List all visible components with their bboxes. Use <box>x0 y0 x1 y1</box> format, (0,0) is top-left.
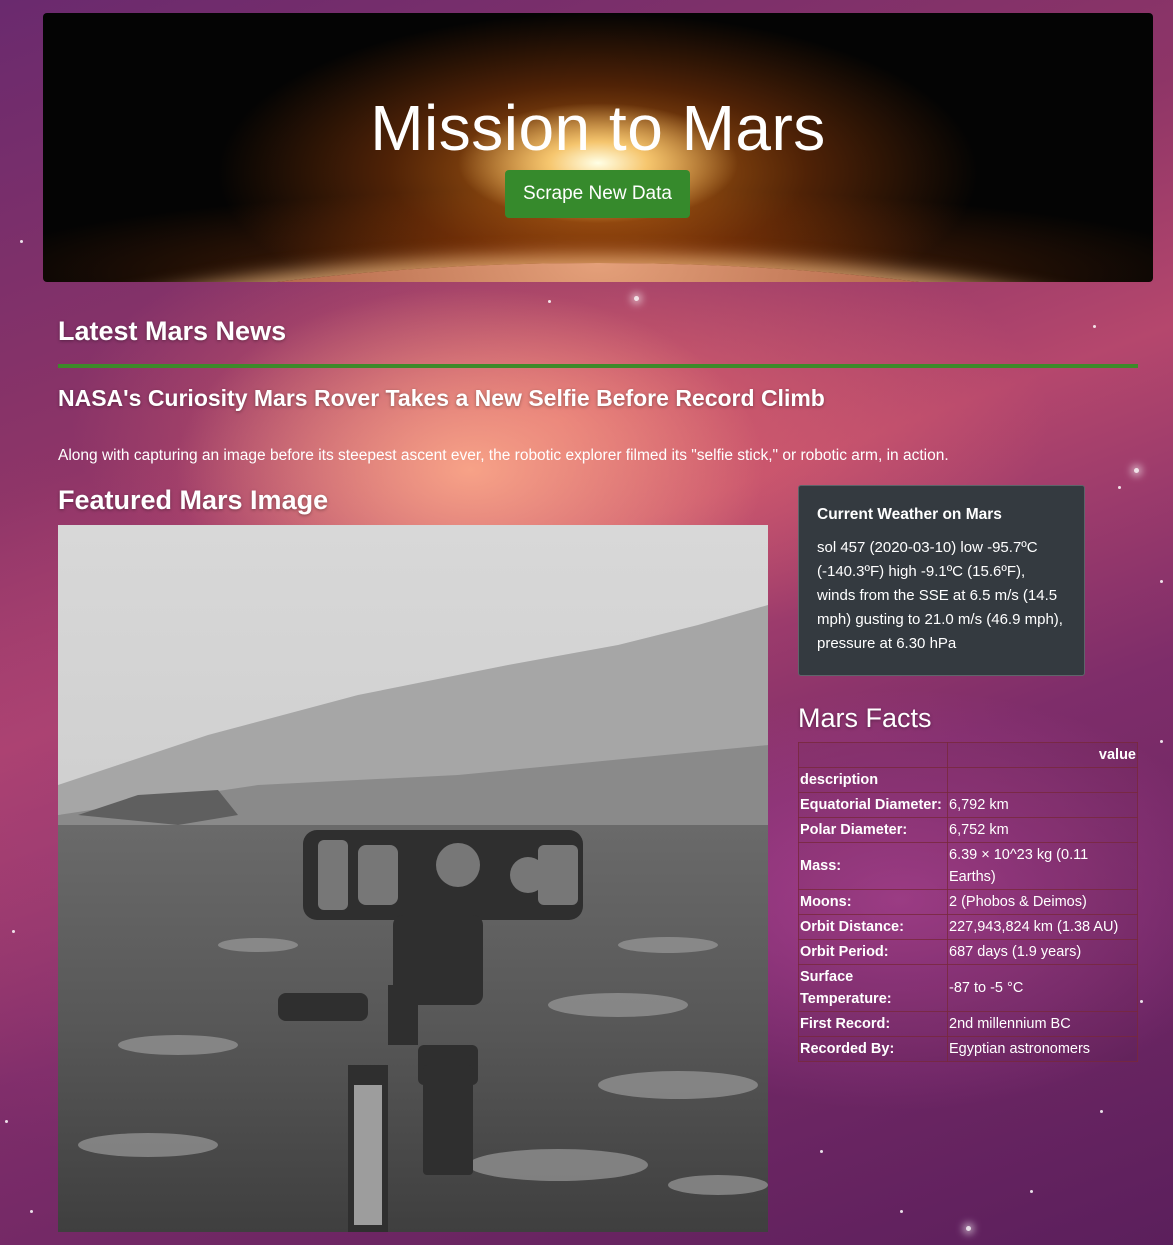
fact-value: 6,792 km <box>947 792 1138 818</box>
fact-value: 6,752 km <box>947 817 1138 843</box>
fact-label: Equatorial Diameter: <box>798 792 948 818</box>
mars-horizon-graphic <box>43 263 1153 282</box>
news-divider <box>58 364 1138 368</box>
table-corner-cell <box>798 742 948 768</box>
table-row: Moons: 2 (Phobos & Deimos) <box>798 889 1138 915</box>
fact-label: Polar Diameter: <box>798 817 948 843</box>
mars-facts-heading: Mars Facts <box>798 703 932 733</box>
weather-report: sol 457 (2020-03-10) low -95.7ºC (-140.3… <box>817 539 1063 652</box>
featured-mars-image <box>58 525 768 1232</box>
table-row: Orbit Period: 687 days (1.9 years) <box>798 939 1138 965</box>
fact-value: -87 to -5 °C <box>947 964 1138 1012</box>
table-row: Orbit Distance: 227,943,824 km (1.38 AU) <box>798 914 1138 940</box>
featured-image-heading: Featured Mars Image <box>58 485 329 515</box>
fact-label: Moons: <box>798 889 948 915</box>
mars-facts-table: value description Equatorial Diameter: 6… <box>798 742 1138 1062</box>
table-row: Equatorial Diameter: 6,792 km <box>798 792 1138 818</box>
description-index-header: description <box>798 767 948 793</box>
fact-value: 6.39 × 10^23 kg (0.11 Earths) <box>947 842 1138 890</box>
fact-value: 2nd millennium BC <box>947 1011 1138 1037</box>
fact-value: Egyptian astronomers <box>947 1036 1138 1062</box>
fact-label: Orbit Distance: <box>798 914 948 940</box>
table-row: Mass: 6.39 × 10^23 kg (0.11 Earths) <box>798 842 1138 890</box>
table-index-row: description <box>798 767 1138 793</box>
rover-photo-illustration <box>58 525 768 1232</box>
news-teaser: Along with capturing an image before its… <box>58 447 949 464</box>
index-empty-cell <box>947 767 1138 793</box>
table-row: First Record: 2nd millennium BC <box>798 1011 1138 1037</box>
fact-label: First Record: <box>798 1011 948 1037</box>
fact-value: 2 (Phobos & Deimos) <box>947 889 1138 915</box>
fact-value: 687 days (1.9 years) <box>947 939 1138 965</box>
fact-label: Surface Temperature: <box>798 964 948 1012</box>
scrape-new-data-button[interactable]: Scrape New Data <box>505 170 690 218</box>
value-column-header: value <box>947 742 1138 768</box>
table-row: Surface Temperature: -87 to -5 °C <box>798 964 1138 1012</box>
latest-news-heading: Latest Mars News <box>58 316 287 346</box>
fact-label: Orbit Period: <box>798 939 948 965</box>
table-header-row: value <box>798 742 1138 768</box>
weather-card: Current Weather on Mars sol 457 (2020-03… <box>798 485 1085 676</box>
news-headline: NASA's Curiosity Mars Rover Takes a New … <box>58 385 825 411</box>
weather-card-title: Current Weather on Mars <box>817 506 1002 523</box>
fact-value: 227,943,824 km (1.38 AU) <box>947 914 1138 940</box>
fact-label: Recorded By: <box>798 1036 948 1062</box>
fact-label: Mass: <box>798 842 948 890</box>
table-row: Polar Diameter: 6,752 km <box>798 817 1138 843</box>
page-title: Mission to Mars <box>370 92 826 164</box>
hero-banner: Mission to Mars Scrape New Data <box>43 13 1153 282</box>
table-row: Recorded By: Egyptian astronomers <box>798 1036 1138 1062</box>
